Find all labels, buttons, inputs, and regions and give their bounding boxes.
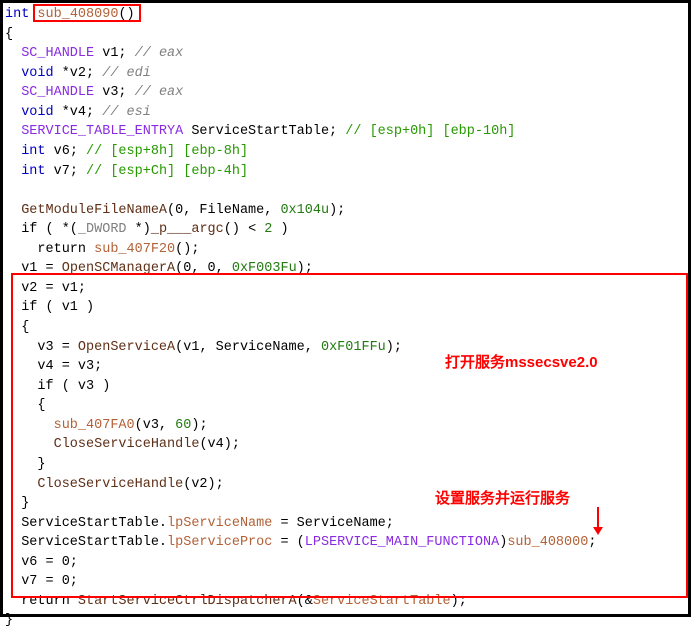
code: v2 = v1; <box>5 281 86 296</box>
code: if ( *( <box>5 222 78 237</box>
type: int <box>21 164 45 179</box>
number: 0xF01FFu <box>321 340 386 355</box>
code: (v4); <box>199 437 240 452</box>
type: SC_HANDLE <box>21 46 94 61</box>
code: (v2); <box>183 477 224 492</box>
api-call: OpenServiceA <box>78 340 175 355</box>
code: ServiceStartTable. <box>5 516 167 531</box>
keyword-int: int <box>5 7 29 22</box>
decompiled-code: int sub_408090() { SC_HANDLE v1; // eax … <box>5 5 682 631</box>
code: ; <box>588 535 596 550</box>
field: lpServiceName <box>167 516 272 531</box>
field: lpServiceProc <box>167 535 272 550</box>
var-decl: v7; <box>46 164 87 179</box>
code: v3 = <box>5 340 78 355</box>
code: ); <box>386 340 402 355</box>
code: (v3, <box>135 418 176 433</box>
variable: ServiceStartTable <box>313 594 451 609</box>
comment: // edi <box>102 66 151 81</box>
comment: // [esp+8h] [ebp-8h] <box>86 144 248 159</box>
code <box>5 437 54 452</box>
type: void <box>21 66 53 81</box>
code: return <box>5 594 78 609</box>
function-call: sub_407F20 <box>94 242 175 257</box>
brace-open: { <box>5 27 13 42</box>
comment: // [esp+Ch] [ebp-4h] <box>86 164 248 179</box>
comment: // eax <box>135 85 184 100</box>
code: } <box>5 496 29 511</box>
api-call: StartServiceCtrlDispatcherA <box>78 594 297 609</box>
code: (& <box>297 594 313 609</box>
code: v1 = <box>5 261 62 276</box>
code: ); <box>191 418 207 433</box>
api-call: OpenSCManagerA <box>62 261 175 276</box>
function-call: sub_407FA0 <box>54 418 135 433</box>
var-decl: ServiceStartTable; <box>183 124 345 139</box>
type: int <box>21 144 45 159</box>
function-name: sub_408090 <box>37 7 118 22</box>
type: SC_HANDLE <box>21 85 94 100</box>
code: () < <box>224 222 265 237</box>
code <box>5 477 37 492</box>
comment: // esi <box>102 105 151 120</box>
var-decl: *v4; <box>54 105 103 120</box>
code: v6 = 0; <box>5 555 78 570</box>
function-ref: sub_408000 <box>507 535 588 550</box>
args: (0, FileName, <box>167 203 280 218</box>
comment: // [esp+0h] [ebp-10h] <box>345 124 515 139</box>
code: if ( v3 ) <box>5 379 110 394</box>
eol: ); <box>329 203 345 218</box>
number: 60 <box>175 418 191 433</box>
code: } <box>5 457 46 472</box>
paren: () <box>118 7 134 22</box>
code: v7 = 0; <box>5 574 78 589</box>
code: return <box>5 242 94 257</box>
code: (0, 0, <box>175 261 232 276</box>
api-call: GetModuleFileNameA <box>21 203 167 218</box>
api-call: CloseServiceHandle <box>54 437 200 452</box>
var-decl: v1; <box>94 46 135 61</box>
type: void <box>21 105 53 120</box>
var-decl: *v2; <box>54 66 103 81</box>
number: 0xF003Fu <box>232 261 297 276</box>
code-viewport: 打开服务mssecsve2.0 设置服务并运行服务 int sub_408090… <box>0 0 691 617</box>
code: ); <box>451 594 467 609</box>
code: *) <box>127 222 151 237</box>
code: v4 = v3; <box>5 359 102 374</box>
code: ) <box>272 222 288 237</box>
code: ServiceStartTable. <box>5 535 167 550</box>
code: { <box>5 320 29 335</box>
var-decl: v6; <box>46 144 87 159</box>
api-call: _p___argc <box>151 222 224 237</box>
comment: // eax <box>135 46 184 61</box>
code: = ServiceName; <box>272 516 394 531</box>
brace-close: } <box>5 613 13 628</box>
number: 0x104u <box>280 203 329 218</box>
code: { <box>5 398 46 413</box>
type: LPSERVICE_MAIN_FUNCTIONA <box>305 535 499 550</box>
code <box>5 418 54 433</box>
var-decl: v3; <box>94 85 135 100</box>
type: SERVICE_TABLE_ENTRYA <box>21 124 183 139</box>
macro: _DWORD <box>78 222 127 237</box>
api-call: CloseServiceHandle <box>37 477 183 492</box>
code: (); <box>175 242 199 257</box>
code: = ( <box>272 535 304 550</box>
code: if ( v1 ) <box>5 300 94 315</box>
code: ); <box>297 261 313 276</box>
code: (v1, ServiceName, <box>175 340 321 355</box>
